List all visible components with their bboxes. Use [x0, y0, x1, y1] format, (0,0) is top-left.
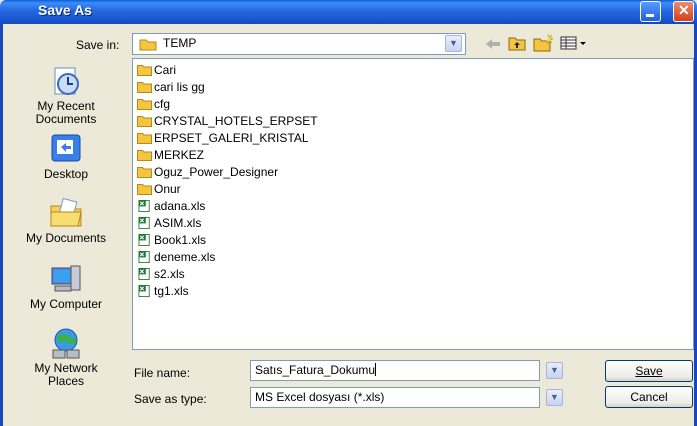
excel-file-icon [138, 200, 150, 212]
place-label: Desktop [43, 167, 89, 181]
list-item[interactable]: adana.xls [137, 198, 205, 214]
list-item[interactable]: Oguz_Power_Designer [137, 164, 278, 180]
folder-icon [137, 116, 152, 127]
folder-icon [137, 184, 152, 195]
network-places-icon [52, 328, 80, 359]
place-desktop[interactable]: Desktop [16, 132, 116, 181]
excel-file-icon [138, 234, 150, 246]
cancel-button[interactable]: Cancel [605, 386, 693, 408]
list-item[interactable]: tg1.xls [137, 283, 189, 299]
save-in-value: TEMP [163, 36, 197, 50]
list-item[interactable]: cfg [137, 96, 170, 112]
folder-icon [137, 167, 152, 178]
folder-icon [137, 133, 152, 144]
list-item[interactable]: CRYSTAL_HOTELS_ERPSET [137, 113, 318, 129]
list-item[interactable]: Onur [137, 181, 181, 197]
save-as-type-dropdown-button[interactable]: ▼ [546, 389, 563, 406]
list-item[interactable]: Cari [137, 62, 176, 78]
save-as-type-select[interactable]: MS Excel dosyası (*.xls) [250, 387, 540, 408]
my-computer-icon [51, 265, 81, 292]
text-caret [375, 363, 377, 376]
recent-documents-icon [54, 67, 79, 95]
excel-file-icon [138, 217, 150, 229]
list-item[interactable]: cari lis gg [137, 79, 205, 95]
file-list[interactable]: Cari cari lis gg cfg CRYSTAL_HOTELS_ERPS… [132, 58, 694, 350]
folder-icon [137, 99, 152, 110]
folder-icon [139, 39, 157, 51]
list-item[interactable]: deneme.xls [137, 249, 215, 265]
file-name-label: File name: [134, 366, 191, 380]
places-bar: My Recent Documents Desktop My Documents… [16, 50, 116, 422]
save-button[interactable]: Save [605, 360, 693, 382]
up-folder-icon[interactable] [508, 35, 526, 52]
folder-icon [137, 82, 152, 93]
list-item[interactable]: s2.xls [137, 266, 185, 282]
close-button[interactable] [673, 1, 694, 22]
place-label: My Computer [29, 297, 103, 311]
save-in-dropdown-button[interactable]: ▼ [445, 35, 462, 52]
window-title: Save As [38, 2, 92, 18]
my-documents-icon [50, 197, 82, 227]
place-my-recent-documents[interactable]: My Recent Documents [16, 64, 116, 126]
list-item[interactable]: ERPSET_GALERI_KRISTAL [137, 130, 309, 146]
place-my-computer[interactable]: My Computer [16, 262, 116, 311]
save-in-combo[interactable]: TEMP [132, 33, 466, 55]
place-label: My Recent Documents [35, 99, 97, 126]
minimize-button[interactable] [640, 1, 661, 22]
title-bar: Save As [0, 0, 697, 24]
excel-file-icon [138, 285, 150, 297]
file-name-dropdown-button[interactable]: ▼ [546, 362, 563, 379]
folder-icon [137, 65, 152, 76]
place-label: My Network Places [34, 361, 98, 388]
views-menu-icon[interactable] [560, 36, 590, 50]
desktop-icon [51, 134, 81, 162]
new-folder-icon[interactable] [533, 33, 555, 52]
excel-file-icon [138, 268, 150, 280]
file-name-input[interactable]: Satıs_Fatura_Dokumu [250, 360, 540, 381]
list-item[interactable]: MERKEZ [137, 147, 204, 163]
back-icon[interactable] [484, 36, 502, 52]
list-item[interactable]: Book1.xls [137, 232, 206, 248]
save-as-type-label: Save as type: [134, 392, 207, 406]
excel-file-icon [138, 251, 150, 263]
place-my-documents[interactable]: My Documents [16, 196, 116, 245]
place-my-network-places[interactable]: My Network Places [16, 326, 116, 388]
folder-icon [137, 150, 152, 161]
place-label: My Documents [25, 231, 107, 245]
list-item[interactable]: ASIM.xls [137, 215, 201, 231]
